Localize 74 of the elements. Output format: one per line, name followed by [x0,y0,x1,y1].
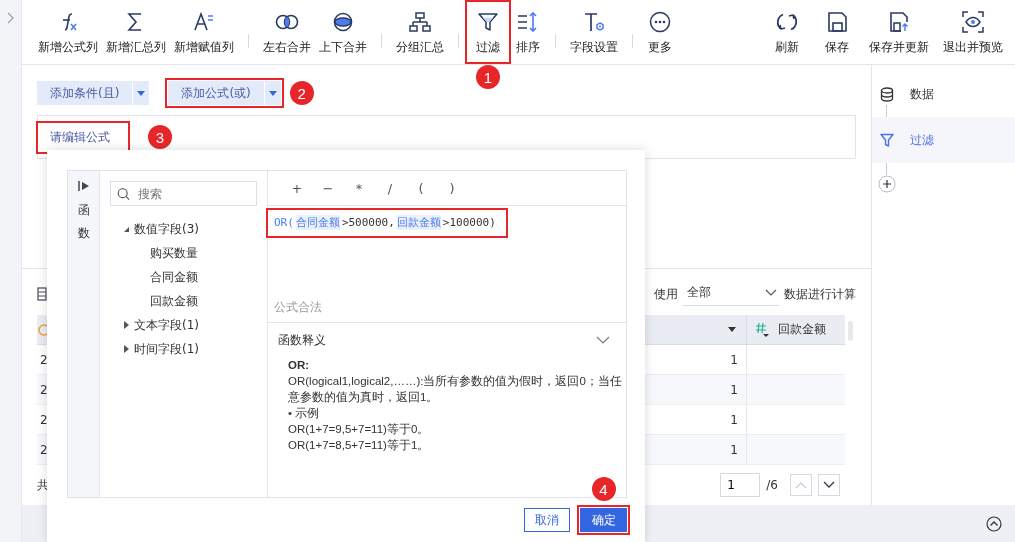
toolbar-button[interactable]: 排序 [511,2,545,62]
chevron-icon[interactable] [596,336,610,344]
field-item[interactable]: 回款金额 [150,292,198,310]
toolbar-button[interactable]: 分组汇总 [392,2,448,62]
field-item[interactable]: 合同金额 [150,268,198,286]
field-item[interactable]: 购买数量 [150,244,198,262]
expand-panel-icon[interactable] [77,181,90,191]
search-field[interactable]: 搜索 [110,181,257,206]
search-icon [117,185,130,202]
step-badge: 2 [289,81,314,105]
caret-icon [728,327,736,332]
eye-icon [961,9,985,34]
toolbar-button[interactable]: 左右合并 [259,2,315,62]
operator-button[interactable]: * [348,180,370,196]
operator-button[interactable]: ) [441,180,463,196]
more-icon [648,9,672,34]
step-badge: 4 [591,477,616,501]
collapse-icon[interactable] [986,515,1002,532]
row-count-label: 共 [37,476,49,494]
step-badge: 3 [148,125,172,149]
toolbar-button[interactable]: 保存并更新 [865,2,933,62]
operator-button[interactable]: − [317,180,339,196]
database-icon [880,86,894,102]
toolbar-button[interactable]: 新增赋值列 [170,2,238,62]
caret-icon [137,90,146,96]
toolbar-button[interactable]: 刷新 [765,2,809,62]
toolbar-button[interactable]: 退出并预览 [939,2,1007,62]
save-icon [825,9,849,34]
expand-arrow[interactable] [124,226,129,232]
chevron-down-icon [765,288,777,297]
operator-button[interactable]: + [286,180,308,196]
table-icon [37,287,47,301]
number-type-icon[interactable] [755,322,770,337]
toolbar-button[interactable]: 上下合并 [315,2,371,62]
filter-icon [880,132,894,148]
chevron-down-icon [823,481,835,489]
page-total: /6 [766,478,778,492]
toolbar-button[interactable]: 新增汇总列 [102,2,170,62]
toolbar-button[interactable]: 字段设置 [566,2,622,62]
next-page-button[interactable] [818,474,840,496]
toolbar-button[interactable]: 新增公式列 [34,2,102,62]
dropdown-button[interactable] [264,81,281,105]
step-badge: 1 [476,65,500,89]
scope-label: 数据进行计算 [784,285,856,303]
step-item[interactable]: 数据 [872,83,1015,105]
add-step-icon[interactable] [878,175,896,193]
dropdown-value: 全部 [687,284,711,301]
formula-placeholder: 请编辑公式 [50,128,110,146]
toolbar-button[interactable]: 更多 [643,2,677,62]
expand-arrow[interactable] [124,345,129,353]
formula-text[interactable]: OR( 合同金额 >500000, 回款金额 >100000) [272,212,498,233]
scope-dropdown[interactable]: 全部 [683,282,779,306]
add-button[interactable]: 添加条件(且) [37,81,133,105]
dropdown-button[interactable] [133,81,150,105]
side-tab[interactable]: 函数 [77,199,90,245]
caret-icon [268,90,277,96]
scope-label: 使用 [654,285,678,303]
document-arrow-icon [887,9,911,34]
validation-message: 公式合法 [268,292,626,323]
confirm-button[interactable]: 确定 [580,508,627,532]
toolbar-button[interactable]: 保存 [815,2,859,62]
page-input[interactable]: 1 [720,473,761,497]
operator-button[interactable]: ( [410,180,432,196]
field-group[interactable]: 文本字段(1) [134,316,199,334]
chevron-up-icon [795,481,807,489]
sort-icon [516,9,540,34]
operator-button[interactable]: / [379,180,401,196]
expand-arrow[interactable] [124,321,129,329]
hierarchy-icon [408,9,432,34]
add-button[interactable]: 添加公式(或) [168,81,264,105]
cancel-button[interactable]: 取消 [524,508,570,532]
step-item[interactable]: 过滤 [872,117,1015,163]
field-group[interactable]: 数值字段(3) [134,220,199,238]
toolbar-button[interactable]: 过滤 [471,2,505,62]
